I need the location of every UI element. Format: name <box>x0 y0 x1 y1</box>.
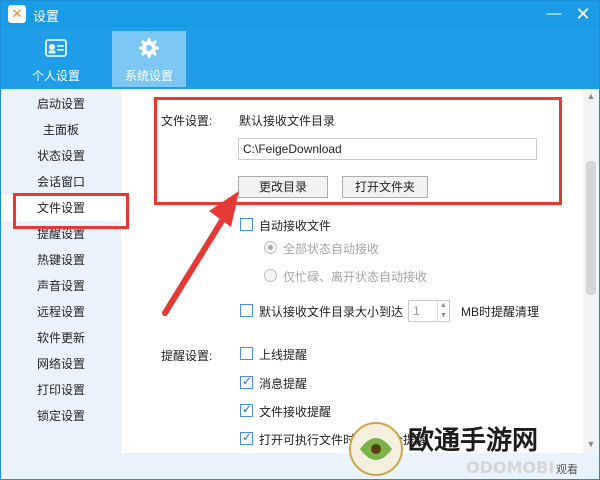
stepper-arrows[interactable]: ▲ ▼ <box>437 301 449 321</box>
minimize-button[interactable]: — <box>539 1 569 27</box>
file-receive-reminder-checkbox[interactable] <box>240 402 253 417</box>
receive-busy-away-radio[interactable] <box>264 269 277 282</box>
tab-personal-settings[interactable]: 个人设置 <box>19 31 93 87</box>
sidebar-item-hotkey[interactable]: 热键设置 <box>1 247 121 273</box>
stepper-down-icon[interactable]: ▼ <box>438 311 449 321</box>
sidebar-item-status[interactable]: 状态设置 <box>1 143 121 169</box>
receive-all-states-radio[interactable] <box>264 241 277 254</box>
gear-icon <box>139 38 159 58</box>
scroll-thumb[interactable] <box>586 161 596 295</box>
tab-system-settings[interactable]: 系统设置 <box>112 31 186 87</box>
receive-all-states-label: 全部状态自动接收 <box>283 242 380 256</box>
window-title: 设置 <box>33 9 60 24</box>
title-bar[interactable]: ✕ 设置 — ✕ <box>1 1 599 27</box>
message-reminder-checkbox[interactable] <box>240 374 253 389</box>
watermark-text: 欧通手游网 <box>408 425 538 456</box>
online-reminder-label: 上线提醒 <box>259 348 308 362</box>
size-limit-stepper[interactable]: 1 ▲ ▼ <box>408 300 450 322</box>
reminder-settings-section-label: 提醒设置: <box>161 349 213 363</box>
user-card-icon <box>45 39 67 57</box>
highlight-box-sidebar <box>13 193 129 229</box>
content-scrollbar[interactable]: ▲ ▼ <box>583 89 599 453</box>
close-button[interactable]: ✕ <box>568 1 598 27</box>
sidebar-item-lock[interactable]: 锁定设置 <box>1 403 121 429</box>
sidebar-item-chat-window[interactable]: 会话窗口 <box>1 169 121 195</box>
sidebar-item-sound[interactable]: 声音设置 <box>1 273 121 299</box>
exec-safety-reminder-checkbox[interactable] <box>240 430 253 445</box>
sidebar-item-network[interactable]: 网络设置 <box>1 351 121 377</box>
size-limit-prefix: 默认接收文件目录大小到达 <box>259 305 404 319</box>
tab-personal-settings-label: 个人设置 <box>31 69 80 83</box>
online-reminder-checkbox[interactable] <box>240 347 253 360</box>
settings-sidebar: 启动设置 主面板 状态设置 会话窗口 文件设置 提醒设置 热键设置 声音设置 远… <box>1 89 121 479</box>
watermark-label: 观看 <box>556 462 578 476</box>
sidebar-item-main-panel[interactable]: 主面板 <box>1 117 121 143</box>
settings-window: ✕ 设置 — ✕ 个人设置 系统设置 启动设置 主面板 状态设置 会话窗口 文件… <box>0 0 600 480</box>
watermark-subtext: ODOMOBI <box>466 458 554 477</box>
sidebar-item-print[interactable]: 打印设置 <box>1 377 121 403</box>
red-arrow-icon <box>162 191 239 316</box>
receive-busy-away-label: 仅忙碌、离开状态自动接收 <box>283 270 428 284</box>
watermark-logo: 欧通手游网 ODOMOBI 观看 <box>349 422 578 477</box>
auto-receive-label: 自动接收文件 <box>259 219 332 233</box>
tab-system-settings-label: 系统设置 <box>124 69 173 83</box>
sidebar-item-startup[interactable]: 启动设置 <box>1 91 121 117</box>
size-limit-suffix: MB时提醒清理 <box>461 305 540 319</box>
scroll-up-icon[interactable]: ▲ <box>586 91 596 101</box>
message-reminder-label: 消息提醒 <box>259 377 308 391</box>
sidebar-item-remote[interactable]: 远程设置 <box>1 299 121 325</box>
stepper-up-icon[interactable]: ▲ <box>438 301 449 311</box>
size-limit-value: 1 <box>413 304 420 318</box>
file-receive-reminder-label: 文件接收提醒 <box>259 405 332 419</box>
feige-logo-icon: ✕ <box>8 5 26 23</box>
settings-header: 个人设置 系统设置 <box>1 27 599 89</box>
sidebar-item-update[interactable]: 软件更新 <box>1 325 121 351</box>
